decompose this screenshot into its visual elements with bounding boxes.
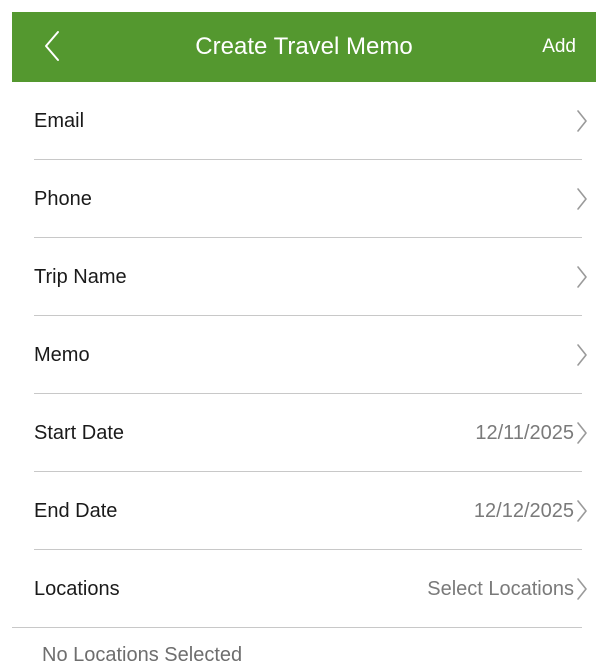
chevron-right-icon [577,188,587,210]
chevron-right-icon [577,422,587,444]
select-locations-value: Select Locations [427,578,574,600]
chevron-right-icon [577,500,587,522]
chevron-right-icon [577,344,587,366]
trip-name-label: Trip Name [34,266,127,288]
end-date-value: 12/12/2025 [473,500,574,522]
travel-memo-form: Email Phone Trip Name Memo Start Date 12… [0,82,596,628]
start-date-value: 12/11/2025 [475,422,574,444]
page-title: Create Travel Memo [195,33,413,60]
memo-label: Memo [34,344,90,366]
end-date-row[interactable]: End Date 12/12/2025 [0,472,596,550]
start-date-row[interactable]: Start Date 12/11/2025 [0,394,596,472]
chevron-right-icon [577,578,587,600]
start-date-label: Start Date [34,422,125,444]
add-button[interactable]: Add [542,34,576,60]
create-travel-memo-screen: Create Travel Memo Add Email Phone Trip … [0,0,596,662]
phone-label: Phone [34,188,92,210]
locations-label: Locations [34,578,120,600]
phone-row[interactable]: Phone [0,160,596,238]
trip-name-row[interactable]: Trip Name [0,238,596,316]
locations-row[interactable]: Locations Select Locations [0,550,596,628]
chevron-right-icon [577,266,587,288]
memo-row[interactable]: Memo [0,316,596,394]
email-label: Email [34,110,85,132]
end-date-label: End Date [34,500,118,522]
chevron-right-icon [577,110,587,132]
email-row[interactable]: Email [0,82,596,160]
divider [12,627,582,628]
no-locations-message: No Locations Selected [42,644,243,662]
navigation-bar: Create Travel Memo Add [12,12,596,82]
